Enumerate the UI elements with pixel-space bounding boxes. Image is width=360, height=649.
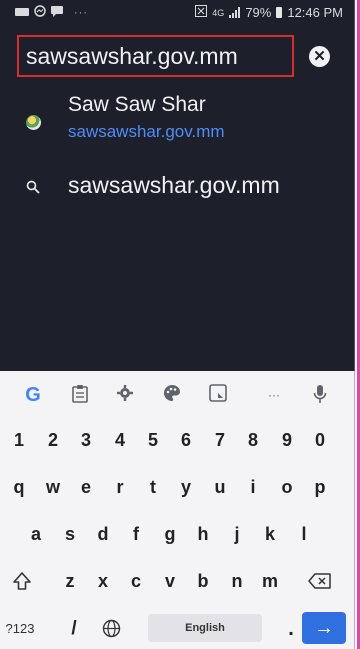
key-m[interactable]: m (256, 561, 284, 601)
message-icon (51, 5, 63, 20)
clock: 12:46 PM (287, 5, 343, 20)
key-a[interactable]: a (22, 514, 50, 554)
phone-screen: ··· 4G 79% 12:46 PM sawsawshar.gov.mm ✕ … (0, 0, 355, 649)
key-3[interactable]: 3 (72, 420, 100, 460)
key-k[interactable]: k (256, 514, 284, 554)
key-w[interactable]: w (39, 467, 67, 507)
suggestion-title: Saw Saw Shar (68, 93, 206, 116)
key-q[interactable]: q (5, 467, 33, 507)
letter-row-2: a s d f g h j k l (0, 514, 355, 554)
close-icon: ✕ (313, 48, 326, 65)
number-row: 1 2 3 4 5 6 7 8 9 0 (0, 420, 355, 460)
key-d[interactable]: d (89, 514, 117, 554)
key-c[interactable]: c (122, 561, 150, 601)
key-r[interactable]: r (106, 467, 134, 507)
key-8[interactable]: 8 (239, 420, 267, 460)
key-i[interactable]: i (239, 467, 267, 507)
key-y[interactable]: y (172, 467, 200, 507)
settings-icon[interactable] (114, 384, 136, 406)
status-right-icons: 4G 79% 12:46 PM (195, 5, 343, 20)
keyboard: G ··· 1 2 3 4 5 6 7 8 9 0 q w e r t y u … (0, 371, 355, 649)
key-n[interactable]: n (223, 561, 251, 601)
arrow-right-icon: → (314, 617, 334, 639)
keyboard-toolbar: G ··· (0, 371, 355, 419)
key-u[interactable]: u (206, 467, 234, 507)
backspace-key[interactable] (306, 561, 334, 601)
status-dots: ··· (74, 6, 88, 19)
url-input[interactable]: sawsawshar.gov.mm (26, 43, 238, 70)
frame-edge-inner (354, 0, 355, 649)
letter-row-3: z x c v b n m (0, 561, 355, 601)
data-indicator: 4G (212, 7, 225, 18)
mic-icon[interactable] (309, 384, 331, 406)
key-1[interactable]: 1 (5, 420, 33, 460)
suggestion-search[interactable]: sawsawshar.gov.mm (0, 166, 355, 210)
suggestion-url: sawsawshar.gov.mm (68, 122, 225, 141)
clear-url-button[interactable]: ✕ (309, 46, 330, 67)
key-b[interactable]: b (189, 561, 217, 601)
enter-key[interactable]: → (302, 612, 346, 644)
google-icon[interactable]: G (22, 384, 44, 406)
key-x[interactable]: x (89, 561, 117, 601)
period-key[interactable]: . (277, 609, 305, 649)
search-icon (26, 180, 40, 194)
letter-row-1: q w e r t y u i o p (0, 467, 355, 507)
nfc-icon (195, 5, 208, 20)
key-2[interactable]: 2 (39, 420, 67, 460)
palette-icon[interactable] (161, 384, 183, 406)
key-s[interactable]: s (56, 514, 84, 554)
key-g[interactable]: g (156, 514, 184, 554)
status-left-icons: ··· (15, 5, 88, 20)
suggestion-site[interactable]: Saw Saw Shar sawsawshar.gov.mm (0, 90, 355, 158)
battery-percent: 79% (245, 5, 272, 20)
key-7[interactable]: 7 (206, 420, 234, 460)
key-j[interactable]: j (223, 514, 251, 554)
cast-icon (15, 5, 29, 20)
clipboard-icon[interactable] (69, 384, 91, 406)
key-z[interactable]: z (56, 561, 84, 601)
symbols-key[interactable]: ?123 (3, 609, 37, 649)
signal-icon (229, 7, 241, 18)
key-h[interactable]: h (189, 514, 217, 554)
battery-icon (276, 7, 283, 18)
key-5[interactable]: 5 (139, 420, 167, 460)
messenger-icon (34, 5, 46, 20)
keyboard-bottom-row: ?123 / English . → (0, 609, 355, 649)
address-bar[interactable]: sawsawshar.gov.mm (17, 35, 294, 77)
key-0[interactable]: 0 (306, 420, 334, 460)
suggestion-query: sawsawshar.gov.mm (68, 172, 280, 198)
key-l[interactable]: l (290, 514, 318, 554)
status-bar: ··· 4G 79% 12:46 PM (0, 0, 355, 26)
translate-icon[interactable] (207, 384, 229, 406)
key-p[interactable]: p (306, 467, 334, 507)
more-icon[interactable]: ··· (263, 384, 285, 406)
key-4[interactable]: 4 (106, 420, 134, 460)
shift-key[interactable] (8, 561, 36, 601)
key-t[interactable]: t (139, 467, 167, 507)
key-v[interactable]: v (156, 561, 184, 601)
key-o[interactable]: o (273, 467, 301, 507)
key-f[interactable]: f (122, 514, 150, 554)
key-6[interactable]: 6 (172, 420, 200, 460)
language-key[interactable] (97, 609, 125, 649)
site-favicon-icon (26, 115, 41, 130)
key-e[interactable]: e (72, 467, 100, 507)
space-key[interactable]: English (148, 614, 262, 642)
key-9[interactable]: 9 (273, 420, 301, 460)
slash-key[interactable]: / (60, 609, 88, 649)
